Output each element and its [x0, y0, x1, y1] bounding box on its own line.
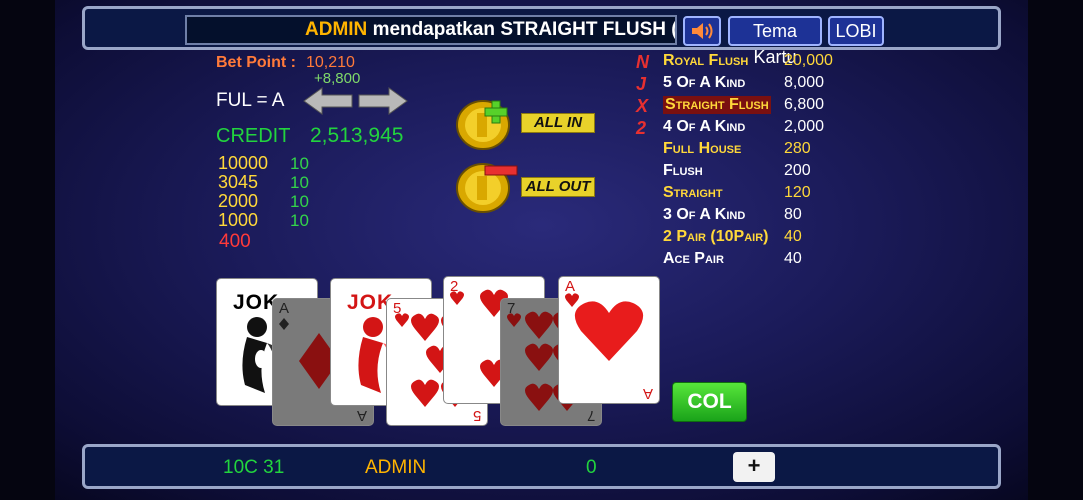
add-button[interactable]: +: [733, 452, 775, 482]
pay-row: 3 Of A Kind 80: [636, 206, 856, 228]
pay-hand-name: Full House: [663, 140, 742, 157]
player-score: 0: [586, 457, 597, 478]
pay-row: Full House 280: [636, 140, 856, 162]
pay-row: N Royal Flush 20,000: [636, 52, 856, 74]
pay-hand-value: 80: [784, 206, 802, 223]
pay-row: 2 Pair (10Pair) 40: [636, 228, 856, 250]
pay-badge: X: [636, 96, 649, 116]
lobby-button[interactable]: LOBI: [828, 16, 884, 46]
jackpot-amount: 3045: [218, 172, 259, 192]
bet-delta: +8,800: [314, 70, 361, 87]
pay-badge: N: [636, 52, 649, 72]
pay-hand-name: Straight: [663, 184, 723, 201]
pay-hand-value: 120: [784, 184, 811, 201]
card-rank: A: [356, 407, 367, 424]
room-code: 10C 31: [223, 457, 285, 478]
pay-hand-name: 4 Of A Kind: [663, 118, 746, 135]
pay-hand-value: 6,800: [784, 96, 825, 113]
pay-hand-name: Straight Flush: [663, 96, 771, 114]
pay-hand-value: 2,000: [784, 118, 825, 135]
ful-text: FUL = A: [216, 90, 285, 111]
credit-label: CREDIT: [216, 125, 291, 147]
jackpot-amount: 2000: [218, 191, 259, 211]
pay-badge: 2: [636, 118, 647, 138]
pay-hand-value: 40: [784, 228, 802, 245]
top-bar: ADMIN mendapatkan STRAIGHT FLUSH (1 Tema…: [82, 6, 1001, 67]
right-margin: [1028, 0, 1083, 500]
coin-plus-icon: [456, 100, 510, 150]
pay-hand-value: 40: [784, 250, 802, 267]
pay-hand-value: 200: [784, 162, 811, 179]
diamond-icon: [279, 318, 289, 330]
pay-hand-value: 8,000: [784, 74, 825, 91]
pay-hand-value: 20,000: [784, 52, 833, 69]
speaker-icon: [692, 23, 713, 39]
card-theme-button[interactable]: Tema Kartu: [728, 16, 822, 67]
coin-minus-icon: [456, 163, 518, 213]
sound-button[interactable]: [683, 16, 721, 46]
card-rank: A: [642, 385, 653, 402]
credit-value: 2,513,945: [310, 124, 404, 147]
jackpot-multiplier: 10: [290, 154, 309, 173]
pay-hand-name: 5 Of A Kind: [663, 74, 746, 91]
card-ace-heart[interactable]: A A: [558, 276, 660, 404]
pay-hand-value: 280: [784, 140, 811, 157]
game-table: ADMIN mendapatkan STRAIGHT FLUSH (1 Tema…: [0, 0, 1083, 500]
left-margin: [0, 0, 55, 500]
arrow-left-icon[interactable]: [302, 86, 354, 116]
arrow-right-icon[interactable]: [357, 86, 409, 116]
bottom-bar: 10C 31 ADMIN 0 +: [82, 444, 1001, 489]
pay-hand-name: 3 Of A Kind: [663, 206, 746, 223]
pay-badge: J: [636, 74, 647, 94]
card-rank: 7: [586, 407, 595, 424]
jackpot-amount: 1000: [218, 210, 259, 230]
pay-row: J 5 Of A Kind 8,000: [636, 74, 856, 96]
card-rank: 5: [472, 407, 481, 424]
pay-hand-name: Royal Flush: [663, 52, 749, 69]
ticker-message: mendapatkan STRAIGHT FLUSH (1: [372, 19, 677, 40]
last-win-value: 400: [219, 231, 251, 252]
ticker-player: ADMIN: [305, 19, 368, 40]
collect-button[interactable]: COL: [672, 382, 747, 422]
news-ticker: ADMIN mendapatkan STRAIGHT FLUSH (1: [185, 15, 677, 45]
pay-row: 2 4 Of A Kind 2,000: [636, 118, 856, 140]
jackpot-multiplier: 10: [290, 211, 309, 230]
all-in-label: ALL IN: [521, 113, 595, 133]
player-name: ADMIN: [365, 457, 427, 478]
bet-point-label: Bet Point :: [216, 54, 296, 71]
pay-hand-name: Ace Pair: [663, 250, 724, 267]
pay-row: Straight 120: [636, 184, 856, 206]
pay-hand-name: Flush: [663, 162, 703, 179]
pay-row: Ace Pair 40: [636, 250, 856, 272]
pay-row: Flush 200: [636, 162, 856, 184]
jackpot-multiplier: 10: [290, 173, 309, 192]
pay-row-highlighted: X Straight Flush 6,800: [636, 96, 856, 118]
jackpot-multiplier: 10: [290, 192, 309, 211]
jackpot-amount: 10000: [218, 153, 269, 173]
all-out-label: ALL OUT: [521, 177, 595, 197]
pay-hand-name: 2 Pair (10Pair): [663, 228, 769, 245]
card-rank: A: [279, 300, 290, 317]
